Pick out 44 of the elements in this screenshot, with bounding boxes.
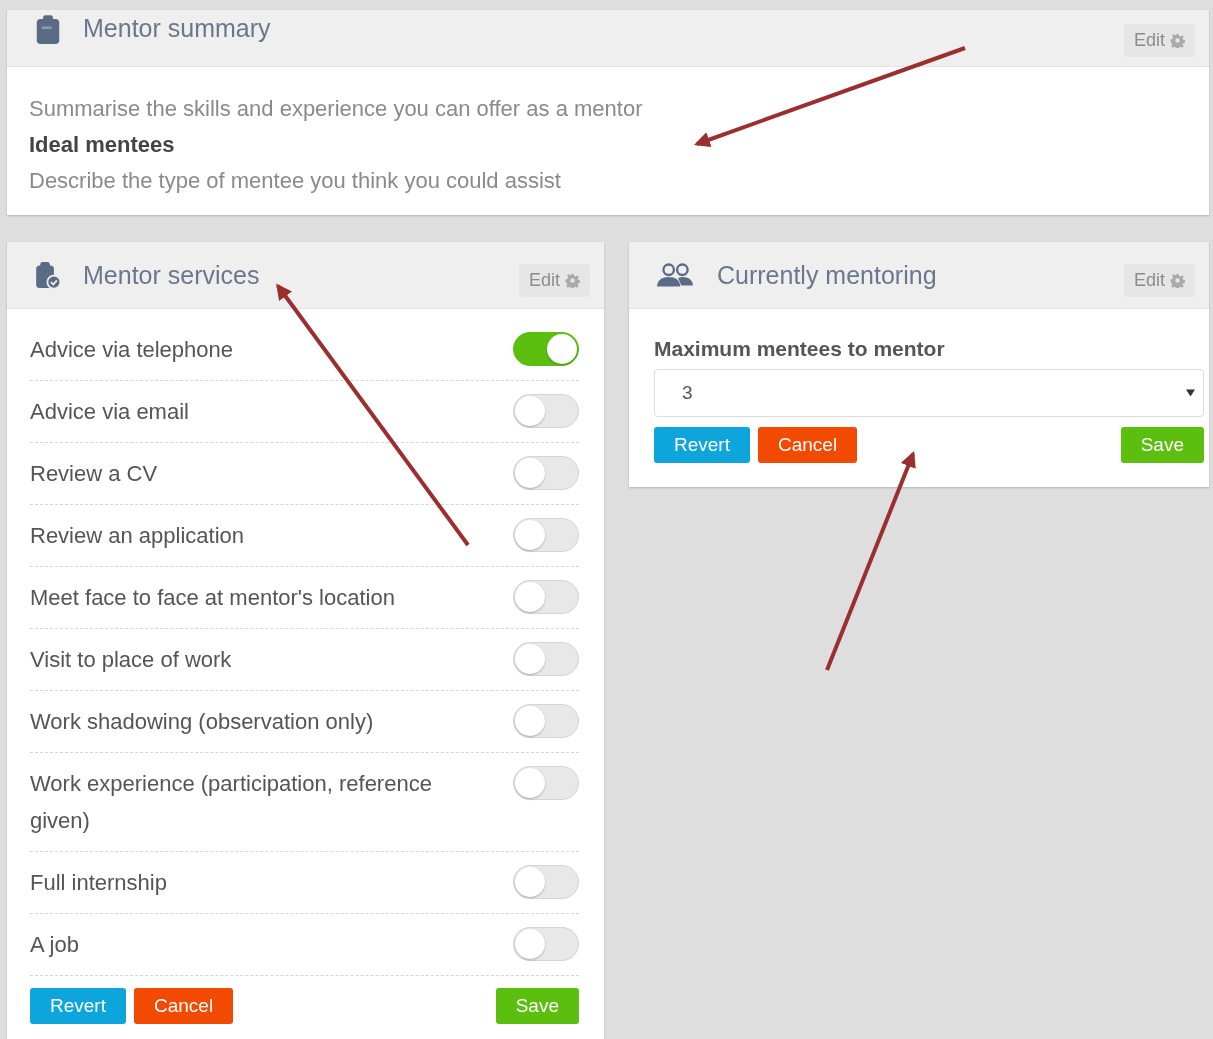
service-label: Visit to place of work (30, 646, 232, 674)
revert-button[interactable]: Revert (654, 427, 750, 463)
field-label: Maximum mentees to mentor (654, 337, 946, 361)
toggle-switch[interactable] (513, 456, 579, 490)
service-label: Work experience (participation, reference given) (30, 770, 433, 835)
toggle-switch[interactable] (513, 927, 579, 961)
edit-button[interactable]: Edit (1123, 263, 1195, 297)
hint-text: Describe the type of mentee you think you could assist (29, 167, 562, 195)
save-button[interactable]: Save (495, 988, 579, 1024)
toggle-switch[interactable] (513, 332, 579, 366)
toggle-switch[interactable] (513, 704, 579, 738)
service-label: Review an application (30, 522, 245, 550)
service-label: Review a CV (30, 460, 158, 488)
hint-text: Summarise the skills and experience you can offer as a mentor (29, 95, 644, 123)
service-label: Advice via email (30, 398, 189, 426)
card-title: Mentor summary (83, 14, 272, 43)
clipboard-icon (35, 14, 61, 44)
toggle-switch[interactable] (513, 518, 579, 552)
settings-icon (565, 272, 580, 288)
caret-icon (1186, 389, 1195, 397)
revert-button[interactable]: Revert (30, 988, 126, 1024)
cancel-button[interactable]: Cancel (133, 988, 234, 1024)
settings-icon (1170, 272, 1185, 288)
toggle-switch[interactable] (513, 580, 579, 614)
cancel-button[interactable]: Cancel (757, 427, 858, 463)
edit-button[interactable]: Edit (518, 263, 590, 297)
service-label: Advice via telephone (30, 336, 234, 364)
toggle-switch[interactable] (513, 865, 579, 899)
service-label: A job (30, 931, 79, 959)
save-button[interactable]: Save (1120, 427, 1204, 463)
people-icon (655, 260, 695, 290)
edit-button[interactable]: Edit (1123, 24, 1195, 57)
service-label: Full internship (30, 869, 167, 897)
select-field[interactable]: 3 (654, 369, 1204, 417)
service-label: Work shadowing (observation only) (30, 708, 374, 736)
settings-icon (1170, 33, 1185, 48)
service-label: Meet face to face at mentor's location (30, 584, 395, 612)
card-title: Mentor services (83, 260, 261, 290)
section-heading: Ideal mentees (29, 131, 176, 159)
toggle-switch[interactable] (513, 766, 579, 800)
card-title: Currently mentoring (717, 260, 938, 290)
clipboard-check-icon (35, 260, 61, 290)
toggle-switch[interactable] (513, 394, 579, 428)
toggle-switch[interactable] (513, 642, 579, 676)
